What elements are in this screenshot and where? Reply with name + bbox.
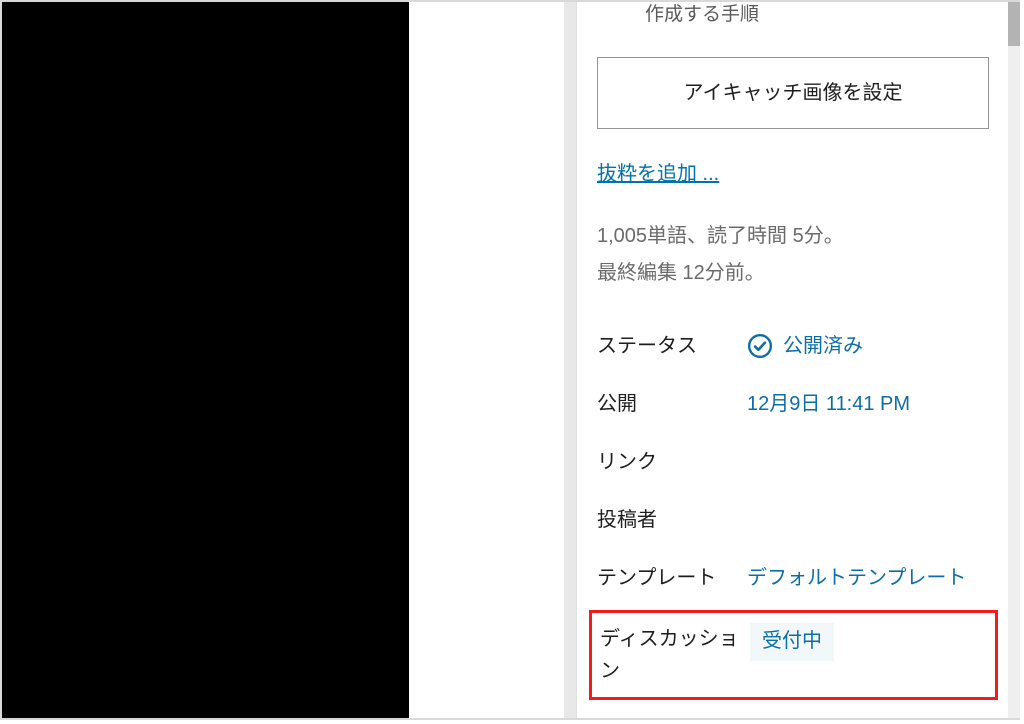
set-featured-image-button[interactable]: アイキャッチ画像を設定 (597, 57, 989, 129)
add-excerpt-link[interactable]: 抜粋を追加 ... (597, 159, 719, 190)
sidebar-scrollbar-track[interactable] (1008, 2, 1020, 718)
template-label: テンプレート (597, 562, 747, 594)
meta-row-author: 投稿者 (597, 492, 988, 550)
status-value-button[interactable]: 公開済み (747, 330, 988, 362)
meta-row-link: リンク (597, 434, 988, 492)
meta-row-status: ステータス 公開済み (597, 318, 988, 376)
settings-sidebar: 作成する手順 アイキャッチ画像を設定 抜粋を追加 ... 1,005単語、読了時… (576, 2, 1008, 718)
meta-row-publish: 公開 12月9日 11:41 PM (597, 376, 988, 434)
editor-canvas-dark-area (2, 2, 409, 718)
link-label: リンク (597, 446, 747, 478)
check-circle-icon (747, 333, 773, 359)
caption-text: 作成する手順 (597, 0, 988, 29)
set-featured-image-label: アイキャッチ画像を設定 (684, 78, 903, 109)
status-value-text: 公開済み (783, 330, 863, 362)
status-label: ステータス (597, 330, 747, 362)
meta-row-discussion-highlight: ディスカッション 受付中 (589, 610, 998, 700)
post-stats: 1,005単語、読了時間 5分。 最終編集 12分前。 (597, 218, 988, 292)
template-value-button[interactable]: デフォルトテンプレート (747, 562, 988, 594)
editor-scrollbar-track[interactable] (564, 2, 576, 718)
discussion-label: ディスカッション (600, 623, 750, 687)
publish-date-button[interactable]: 12月9日 11:41 PM (747, 388, 988, 420)
stats-words-line: 1,005単語、読了時間 5分。 (597, 218, 988, 255)
publish-label: 公開 (597, 388, 747, 420)
stats-edited-line: 最終編集 12分前。 (597, 255, 988, 292)
meta-row-template: テンプレート デフォルトテンプレート (597, 550, 988, 608)
sidebar-scrollbar-thumb[interactable] (1008, 2, 1020, 46)
post-meta-list: ステータス 公開済み 公開 12月9日 11:41 PM リンク 投稿者 (597, 318, 988, 700)
author-label: 投稿者 (597, 504, 747, 536)
app-frame: 作成する手順 アイキャッチ画像を設定 抜粋を追加 ... 1,005単語、読了時… (0, 0, 1020, 720)
discussion-value-button[interactable]: 受付中 (750, 623, 834, 661)
editor-canvas-light-area (409, 2, 576, 718)
